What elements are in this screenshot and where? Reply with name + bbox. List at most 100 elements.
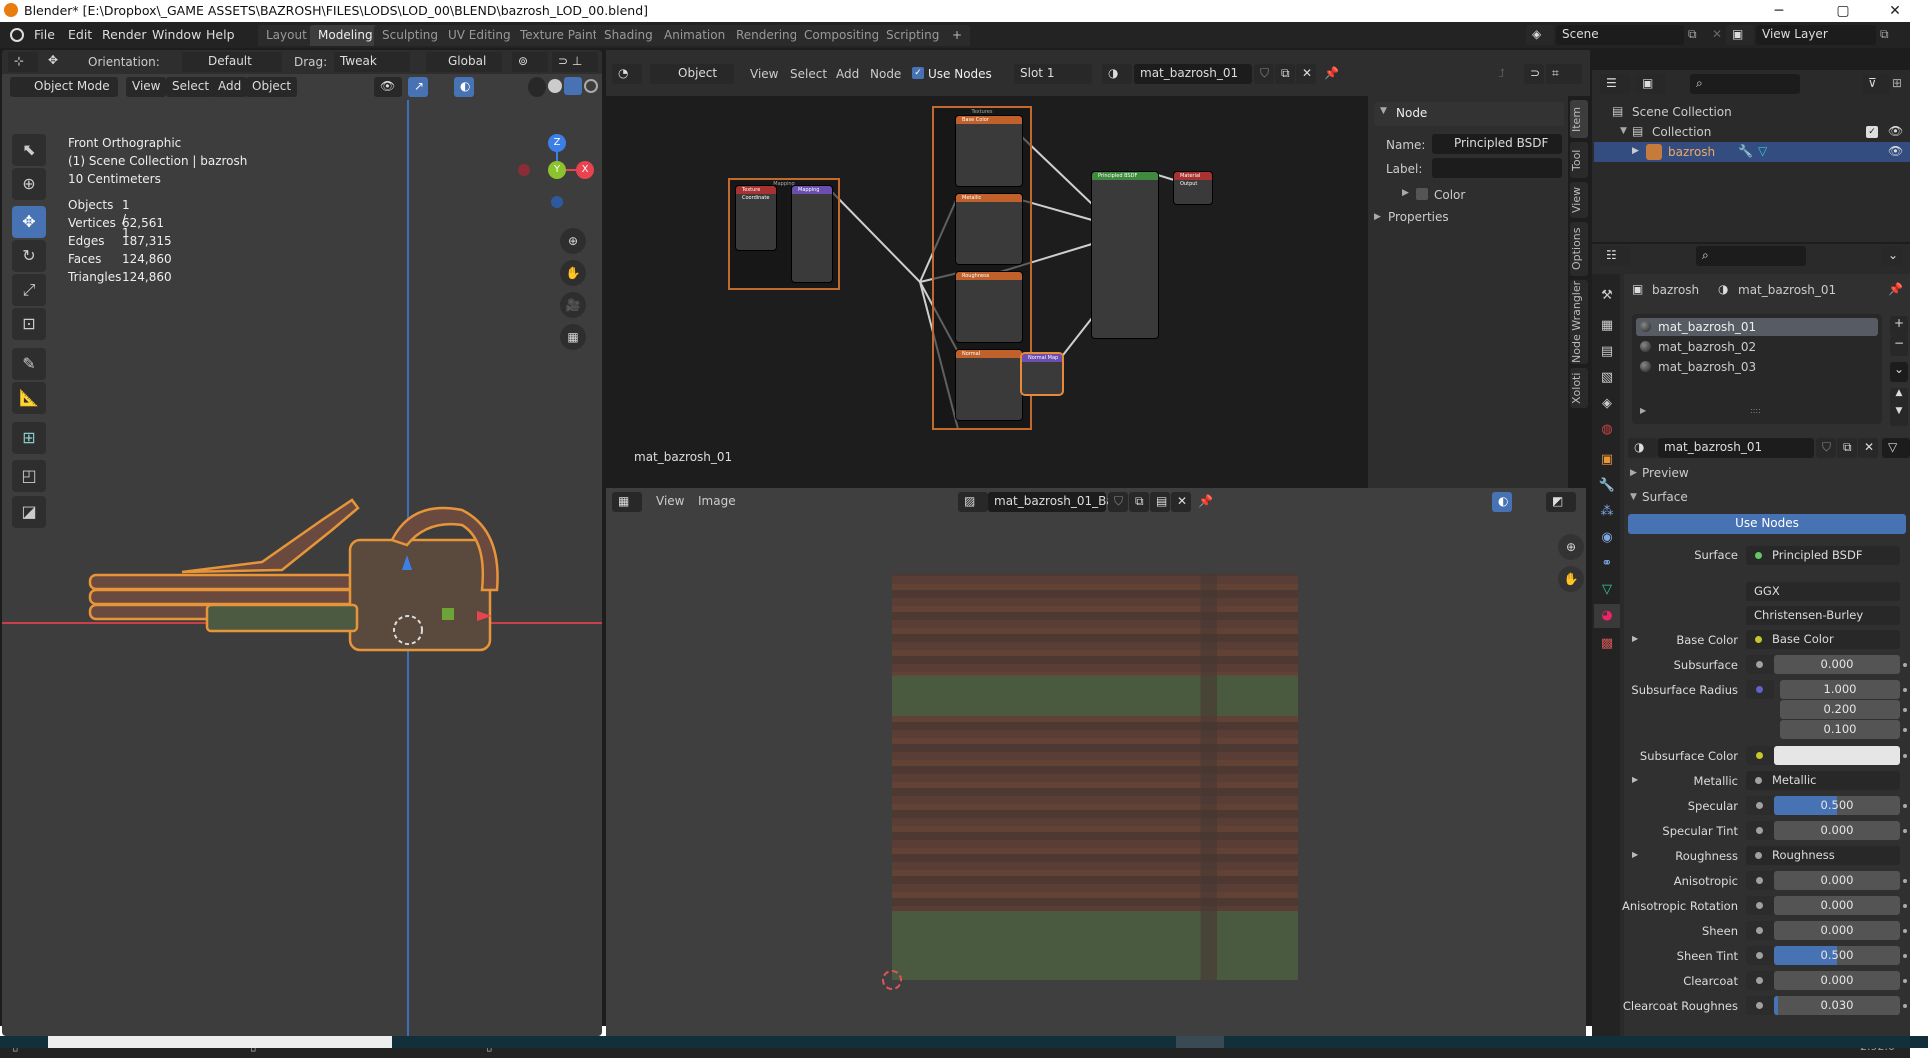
expand-icon[interactable]: ▶: [1402, 188, 1409, 198]
menu-view[interactable]: View: [750, 67, 778, 81]
bazrosh-model[interactable]: [82, 480, 522, 660]
expand-icon[interactable]: ▶: [1632, 146, 1639, 156]
expand-icon[interactable]: ▶: [1374, 212, 1381, 222]
scene-selector-icon[interactable]: ◈: [1526, 25, 1554, 45]
z-axis-icon[interactable]: Z: [548, 134, 566, 152]
menu-window[interactable]: Window: [152, 27, 201, 42]
add-workspace-button[interactable]: +: [944, 25, 971, 46]
move-slot-down-button[interactable]: ▼: [1890, 406, 1908, 426]
tab-item[interactable]: Item: [1570, 100, 1588, 138]
socket-button[interactable]: [1746, 655, 1774, 674]
keyframe-dot[interactable]: [1903, 1004, 1907, 1008]
menu-render[interactable]: Render: [102, 27, 147, 42]
image-browse-icon[interactable]: ▨: [958, 492, 988, 512]
object-tab-icon[interactable]: ▣: [1594, 448, 1620, 472]
pivot-point-icon[interactable]: ⊚: [512, 52, 548, 72]
image-name-field[interactable]: mat_bazrosh_01_Ba...: [988, 492, 1125, 512]
display-channels-icon[interactable]: ◩: [1546, 492, 1576, 512]
delete-scene-icon[interactable]: ✕: [1712, 27, 1722, 41]
tool-tab-icon[interactable]: ⚒: [1594, 284, 1620, 308]
material-browse-icon[interactable]: ◑: [1628, 438, 1658, 458]
new-scene-icon[interactable]: ⧉: [1688, 27, 1697, 42]
metallic-image-node[interactable]: Metallic: [956, 194, 1022, 264]
editor-type-icon[interactable]: ⊹: [8, 52, 38, 72]
menu-add[interactable]: Add: [212, 77, 248, 97]
keyframe-dot[interactable]: [1903, 979, 1907, 983]
shrink-tool[interactable]: ◪: [12, 496, 46, 528]
value-slider[interactable]: 0.000: [1774, 921, 1900, 940]
value-slider[interactable]: 0.000: [1774, 971, 1900, 990]
data-tab-icon[interactable]: ▽: [1594, 578, 1620, 602]
unlink-material-icon[interactable]: ✕: [1296, 64, 1316, 84]
socket-button[interactable]: [1746, 746, 1774, 765]
vector-component-field[interactable]: 1.000: [1780, 680, 1900, 699]
menu-node[interactable]: Node: [870, 67, 901, 81]
navigation-gizmo[interactable]: Z Y X: [502, 134, 602, 214]
tab-scripting[interactable]: Scripting: [878, 25, 948, 46]
normal-image-node[interactable]: Normal: [956, 350, 1022, 420]
textures-frame[interactable]: Textures Base Color Metallic Roughness N…: [932, 106, 1032, 430]
value-slider[interactable]: 0.000: [1774, 821, 1900, 840]
transform-orientation-dropdown[interactable]: Global: [426, 52, 502, 72]
tab-options[interactable]: Options: [1570, 222, 1588, 276]
material-slot-row[interactable]: mat_bazrosh_03: [1636, 358, 1878, 376]
input-link-field[interactable]: Metallic: [1746, 771, 1900, 790]
extrude-tool[interactable]: ◰: [12, 460, 46, 492]
options-dropdown-icon[interactable]: ⌄: [1882, 246, 1902, 266]
rendered-shading-icon[interactable]: [584, 79, 598, 93]
2d-cursor-icon[interactable]: [882, 970, 902, 990]
ortho-toggle-icon[interactable]: ▦: [560, 324, 586, 350]
world-tab-icon[interactable]: ◍: [1594, 418, 1620, 442]
tab-tool[interactable]: Tool: [1570, 142, 1588, 178]
node-editor[interactable]: Mapping Texture Coordinate Mapping Textu…: [606, 96, 1368, 488]
viewport-3d[interactable]: ⊹ ✥ Orientation: Default Drag: Tweak Glo…: [2, 50, 602, 1036]
input-link-field[interactable]: Roughness: [1746, 846, 1900, 865]
render-tab-icon[interactable]: ▦: [1594, 314, 1620, 338]
menu-file[interactable]: File: [34, 27, 55, 42]
scale-tool[interactable]: ⤢: [12, 274, 46, 306]
pin-icon[interactable]: 📌: [1324, 66, 1339, 80]
fake-user-icon[interactable]: ⛉: [1816, 438, 1836, 458]
material-output-node[interactable]: Material Output: [1174, 172, 1212, 204]
parent-node-icon[interactable]: ⮥: [1498, 66, 1505, 81]
properties-type-icon[interactable]: ☷: [1600, 246, 1630, 266]
keyframe-dot[interactable]: [1903, 688, 1907, 692]
overlay-toggle-icon[interactable]: ◐: [1492, 492, 1512, 512]
outliner-row[interactable]: ▼ ▤ Collection ✓ 👁: [1612, 122, 1903, 142]
tab-rendering[interactable]: Rendering: [728, 25, 806, 46]
socket-button[interactable]: [1746, 921, 1774, 940]
value-slider[interactable]: 0.000: [1774, 896, 1900, 915]
keyframe-dot[interactable]: [1903, 929, 1907, 933]
principled-bsdf-node[interactable]: Principled BSDF: [1092, 172, 1158, 338]
socket-button[interactable]: [1746, 971, 1774, 990]
tab-uv-editing[interactable]: UV Editing: [440, 25, 519, 46]
tab-xoloti[interactable]: Xoloti: [1570, 368, 1588, 408]
node-name-field[interactable]: Principled BSDF: [1432, 134, 1562, 154]
subsurface-method-dropdown[interactable]: Christensen-Burley: [1746, 606, 1900, 625]
orientation-dropdown[interactable]: Default: [182, 52, 282, 72]
blender-menu-icon[interactable]: [10, 28, 24, 42]
snap-icon[interactable]: ⊃ ⊥: [552, 52, 598, 72]
exclude-checkbox[interactable]: ✓: [1866, 126, 1878, 138]
outliner-row[interactable]: ▤ Scene Collection: [1612, 102, 1902, 122]
mapping-frame[interactable]: Mapping Texture Coordinate Mapping: [728, 178, 840, 290]
menu-add[interactable]: Add: [836, 67, 859, 81]
taskbar-search[interactable]: [48, 1036, 392, 1048]
select-box-tool[interactable]: ⬉: [12, 134, 46, 166]
pin-icon[interactable]: 📌: [1888, 282, 1903, 296]
remove-slot-button[interactable]: −: [1890, 336, 1908, 356]
menu-image[interactable]: Image: [698, 494, 736, 508]
vector-component-field[interactable]: 0.200: [1780, 700, 1900, 719]
solid-shading-icon[interactable]: [548, 79, 562, 93]
display-mode-icon[interactable]: ▣: [1636, 74, 1666, 94]
socket-button[interactable]: [1746, 946, 1774, 965]
shader-type-dropdown[interactable]: Object: [650, 64, 734, 84]
minimize-button[interactable]: ─: [1756, 0, 1802, 22]
physics-tab-icon[interactable]: ◉: [1594, 526, 1620, 550]
taskbar-app-button[interactable]: [1176, 1036, 1224, 1048]
preview-panel-header[interactable]: Preview: [1642, 466, 1689, 480]
keyframe-dot[interactable]: [1903, 754, 1907, 758]
surface-shader-field[interactable]: Principled BSDF: [1746, 546, 1900, 565]
value-slider[interactable]: 0.500: [1774, 796, 1900, 815]
duplicate-material-icon[interactable]: ⧉: [1837, 438, 1857, 458]
